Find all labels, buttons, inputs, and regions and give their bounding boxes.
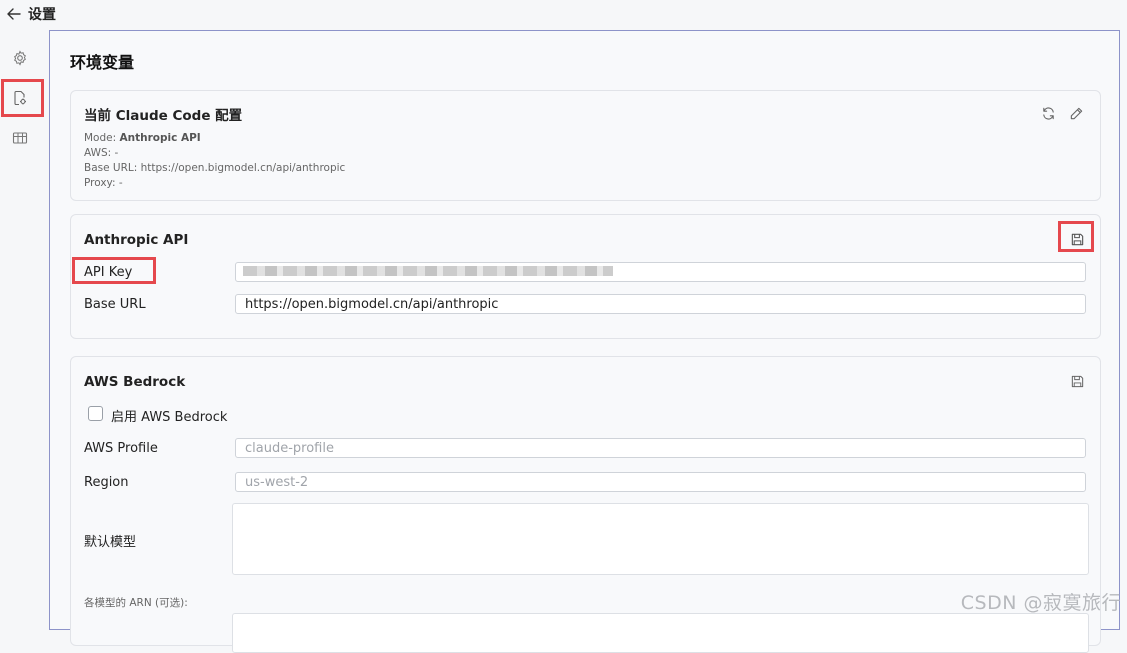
sidebar-item-env[interactable]: [10, 88, 30, 108]
main-panel: 环境变量 当前 Claude Code 配置 Mode: Anthropic A…: [49, 30, 1120, 653]
enable-bedrock-label[interactable]: 启用 AWS Bedrock: [111, 406, 227, 425]
api-key-input[interactable]: [235, 262, 1086, 282]
sidebar: [0, 28, 48, 621]
aws-profile-input[interactable]: [235, 438, 1086, 458]
anthropic-title: Anthropic API: [84, 232, 189, 248]
watermark: CSDN @寂寞旅行: [960, 592, 1121, 614]
top-bar: 设置: [0, 0, 1127, 28]
current-config-card: 当前 Claude Code 配置 Mode: Anthropic API AW…: [70, 90, 1101, 201]
aws-bedrock-card: AWS Bedrock 启用 AWS Bedrock AWS Profile R…: [70, 356, 1101, 653]
sidebar-item-table[interactable]: [10, 128, 30, 148]
sidebar-item-settings[interactable]: [10, 48, 30, 68]
table-icon: [12, 132, 28, 144]
default-model-label: 默认模型: [84, 535, 137, 550]
pencil-icon: [1070, 107, 1082, 119]
region-label: Region: [84, 475, 129, 490]
current-config-title: 当前 Claude Code 配置: [84, 108, 243, 124]
anthropic-save-button[interactable]: [1068, 230, 1086, 248]
arn-label: 各模型的 ARN (可选):: [84, 597, 188, 609]
base-url-label: Base URL: [84, 297, 146, 312]
gear-icon: [14, 50, 26, 66]
arn-textarea[interactable]: [232, 613, 1089, 653]
bedrock-save-button[interactable]: [1068, 372, 1086, 390]
anthropic-api-card: Anthropic API API Key Base URL: [70, 214, 1101, 339]
mode-value: Anthropic API: [119, 132, 201, 144]
mode-label: Mode:: [84, 132, 120, 144]
bedrock-title: AWS Bedrock: [84, 374, 186, 390]
api-key-label: API Key: [84, 265, 133, 280]
proxy-line: Proxy: -: [84, 177, 123, 189]
default-model-textarea[interactable]: [232, 503, 1089, 575]
region-input[interactable]: [235, 472, 1086, 492]
section-title: 环境变量: [70, 53, 135, 72]
mode-line: Mode: Anthropic API: [84, 132, 201, 144]
base-url-line: Base URL: https://open.bigmodel.cn/api/a…: [84, 162, 346, 174]
aws-profile-label: AWS Profile: [84, 441, 158, 456]
enable-bedrock-checkbox[interactable]: [88, 406, 103, 421]
edit-button[interactable]: [1067, 104, 1085, 122]
back-arrow-icon[interactable]: [6, 6, 22, 20]
save-icon: [1071, 233, 1083, 245]
aws-line: AWS: -: [84, 147, 119, 159]
refresh-button[interactable]: [1039, 104, 1057, 122]
refresh-icon: [1042, 106, 1054, 120]
page-title: 设置: [28, 7, 56, 23]
file-gear-icon: [14, 90, 26, 106]
base-url-input[interactable]: [235, 294, 1086, 314]
save-icon: [1071, 375, 1083, 387]
